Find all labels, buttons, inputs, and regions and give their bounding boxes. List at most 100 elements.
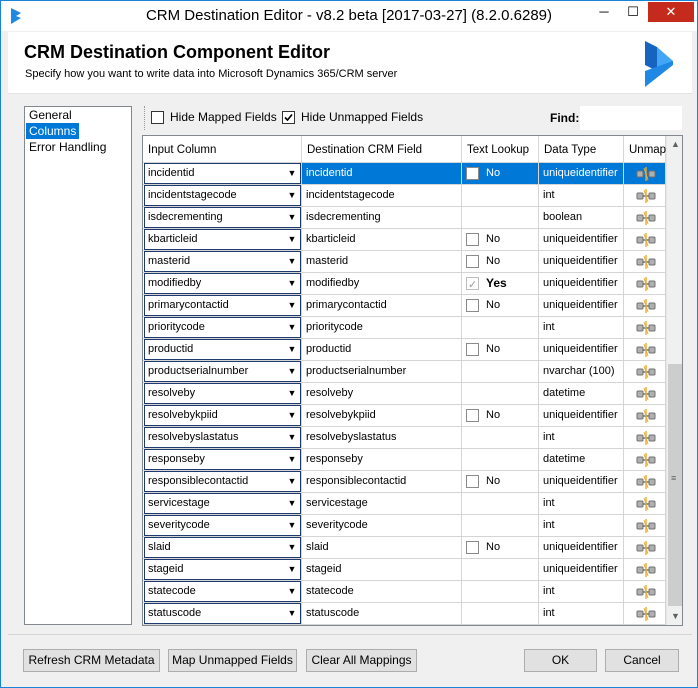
- scroll-thumb[interactable]: ≡: [668, 364, 682, 606]
- chevron-down-icon[interactable]: ▼: [286, 384, 298, 403]
- unmap-icon[interactable]: [636, 496, 656, 512]
- table-row[interactable]: productserialnumber ▼ productserialnumber n…: [143, 361, 666, 383]
- col-header-text-lookup[interactable]: Text Lookup: [462, 136, 539, 163]
- table-row[interactable]: productid ▼ productid No uniqueidentifier: [143, 339, 666, 361]
- table-row[interactable]: prioritycode ▼ prioritycode int: [143, 317, 666, 339]
- text-lookup-checkbox[interactable]: [466, 541, 479, 554]
- chevron-down-icon[interactable]: ▼: [286, 560, 298, 579]
- chevron-down-icon[interactable]: ▼: [286, 296, 298, 315]
- minimize-button[interactable]: ─: [590, 2, 618, 22]
- unmap-icon[interactable]: [636, 474, 656, 490]
- chevron-down-icon[interactable]: ▼: [286, 428, 298, 447]
- chevron-down-icon[interactable]: ▼: [286, 494, 298, 513]
- hide-unmapped-checkbox[interactable]: [282, 111, 295, 124]
- chevron-down-icon[interactable]: ▼: [286, 252, 298, 271]
- table-row[interactable]: primarycontactid ▼ primarycontactid No uniqu…: [143, 295, 666, 317]
- find-input[interactable]: [580, 106, 682, 130]
- chevron-down-icon[interactable]: ▼: [286, 516, 298, 535]
- table-row[interactable]: statecode ▼ statecode int: [143, 581, 666, 603]
- input-column-select[interactable]: statuscode ▼: [144, 603, 301, 624]
- unmap-icon[interactable]: [636, 408, 656, 424]
- hide-mapped-checkbox[interactable]: [151, 111, 164, 124]
- table-row[interactable]: stageid ▼ stageid uniqueidentifier: [143, 559, 666, 581]
- table-row[interactable]: masterid ▼ masterid No uniqueidentifier: [143, 251, 666, 273]
- table-row[interactable]: servicestage ▼ servicestage int: [143, 493, 666, 515]
- input-column-select[interactable]: slaid ▼: [144, 537, 301, 558]
- input-column-select[interactable]: resolvebykpiid ▼: [144, 405, 301, 426]
- scroll-down-icon[interactable]: ▼: [667, 608, 682, 625]
- input-column-select[interactable]: prioritycode ▼: [144, 317, 301, 338]
- maximize-button[interactable]: ☐: [619, 2, 647, 22]
- chevron-down-icon[interactable]: ▼: [286, 538, 298, 557]
- unmap-icon[interactable]: [636, 364, 656, 380]
- text-lookup-checkbox[interactable]: [466, 343, 479, 356]
- unmap-icon[interactable]: [636, 386, 656, 402]
- table-row[interactable]: isdecrementing ▼ isdecrementing boolean: [143, 207, 666, 229]
- nav-item-error-handling[interactable]: Error Handling: [26, 139, 130, 155]
- cancel-button[interactable]: Cancel: [605, 649, 679, 672]
- input-column-select[interactable]: masterid ▼: [144, 251, 301, 272]
- unmap-icon[interactable]: [636, 562, 656, 578]
- col-header-unmap[interactable]: Unmap: [624, 136, 666, 163]
- input-column-select[interactable]: incidentid ▼: [144, 163, 301, 184]
- chevron-down-icon[interactable]: ▼: [286, 186, 298, 205]
- text-lookup-checkbox[interactable]: [466, 255, 479, 268]
- close-button[interactable]: ✕: [648, 2, 694, 22]
- unmap-icon[interactable]: [636, 320, 656, 336]
- input-column-select[interactable]: modifiedby ▼: [144, 273, 301, 294]
- table-row[interactable]: modifiedby▼modifiedbyYesuniqueidentifier: [143, 273, 666, 295]
- chevron-down-icon[interactable]: ▼: [286, 406, 298, 425]
- grid-scrollbar[interactable]: ▲ ≡ ▼: [666, 136, 682, 625]
- unmap-icon[interactable]: [636, 188, 656, 204]
- unmap-icon[interactable]: [636, 276, 656, 292]
- unmap-icon[interactable]: [636, 166, 656, 182]
- text-lookup-checkbox[interactable]: [466, 475, 479, 488]
- table-row[interactable]: incidentid ▼ incidentid No uniqueidentifier: [143, 163, 666, 185]
- unmap-icon[interactable]: [636, 254, 656, 270]
- ok-button[interactable]: OK: [524, 649, 597, 672]
- input-column-select[interactable]: statecode ▼: [144, 581, 301, 602]
- nav-item-columns[interactable]: Columns: [26, 123, 80, 139]
- input-column-select[interactable]: incidentstagecode ▼: [144, 185, 301, 206]
- input-column-select[interactable]: severitycode ▼: [144, 515, 301, 536]
- col-header-destination[interactable]: Destination CRM Field: [302, 136, 462, 163]
- input-column-select[interactable]: responseby ▼: [144, 449, 301, 470]
- unmap-icon[interactable]: [636, 584, 656, 600]
- input-column-select[interactable]: productid ▼: [144, 339, 301, 360]
- unmap-icon[interactable]: [636, 342, 656, 358]
- input-column-select[interactable]: resolveby ▼: [144, 383, 301, 404]
- text-lookup-checkbox[interactable]: [466, 233, 479, 246]
- input-column-select[interactable]: servicestage ▼: [144, 493, 301, 514]
- chevron-down-icon[interactable]: ▼: [286, 230, 298, 249]
- text-lookup-checkbox[interactable]: [466, 409, 479, 422]
- text-lookup-checkbox[interactable]: [466, 299, 479, 312]
- table-row[interactable]: kbarticleid ▼ kbarticleid No uniqueidentifie…: [143, 229, 666, 251]
- unmap-icon[interactable]: [636, 518, 656, 534]
- unmap-icon[interactable]: [636, 540, 656, 556]
- input-column-select[interactable]: stageid ▼: [144, 559, 301, 580]
- table-row[interactable]: slaid ▼ slaid No uniqueidentifier: [143, 537, 666, 559]
- chevron-down-icon[interactable]: ▼: [286, 340, 298, 359]
- chevron-down-icon[interactable]: ▼: [286, 450, 298, 469]
- unmap-icon[interactable]: [636, 232, 656, 248]
- unmap-icon[interactable]: [636, 298, 656, 314]
- input-column-select[interactable]: primarycontactid ▼: [144, 295, 301, 316]
- col-header-data-type[interactable]: Data Type: [539, 136, 624, 163]
- chevron-down-icon[interactable]: ▼: [286, 274, 298, 293]
- input-column-select[interactable]: productserialnumber ▼: [144, 361, 301, 382]
- text-lookup-checkbox[interactable]: [466, 275, 479, 294]
- unmap-icon[interactable]: [636, 210, 656, 226]
- table-row[interactable]: resolvebykpiid ▼ resolvebykpiid No uniqueide…: [143, 405, 666, 427]
- clear-all-mappings-button[interactable]: Clear All Mappings: [306, 649, 417, 672]
- text-lookup-checkbox[interactable]: [466, 167, 479, 180]
- unmap-icon[interactable]: [636, 606, 656, 622]
- unmap-icon[interactable]: [636, 430, 656, 446]
- scroll-up-icon[interactable]: ▲: [667, 136, 682, 153]
- chevron-down-icon[interactable]: ▼: [286, 582, 298, 601]
- table-row[interactable]: severitycode ▼ severitycode int: [143, 515, 666, 537]
- input-column-select[interactable]: resolvebyslastatus ▼: [144, 427, 301, 448]
- table-row[interactable]: resolveby ▼ resolveby datetime: [143, 383, 666, 405]
- nav-item-general[interactable]: General: [26, 107, 130, 123]
- chevron-down-icon[interactable]: ▼: [286, 164, 298, 183]
- input-column-select[interactable]: kbarticleid ▼: [144, 229, 301, 250]
